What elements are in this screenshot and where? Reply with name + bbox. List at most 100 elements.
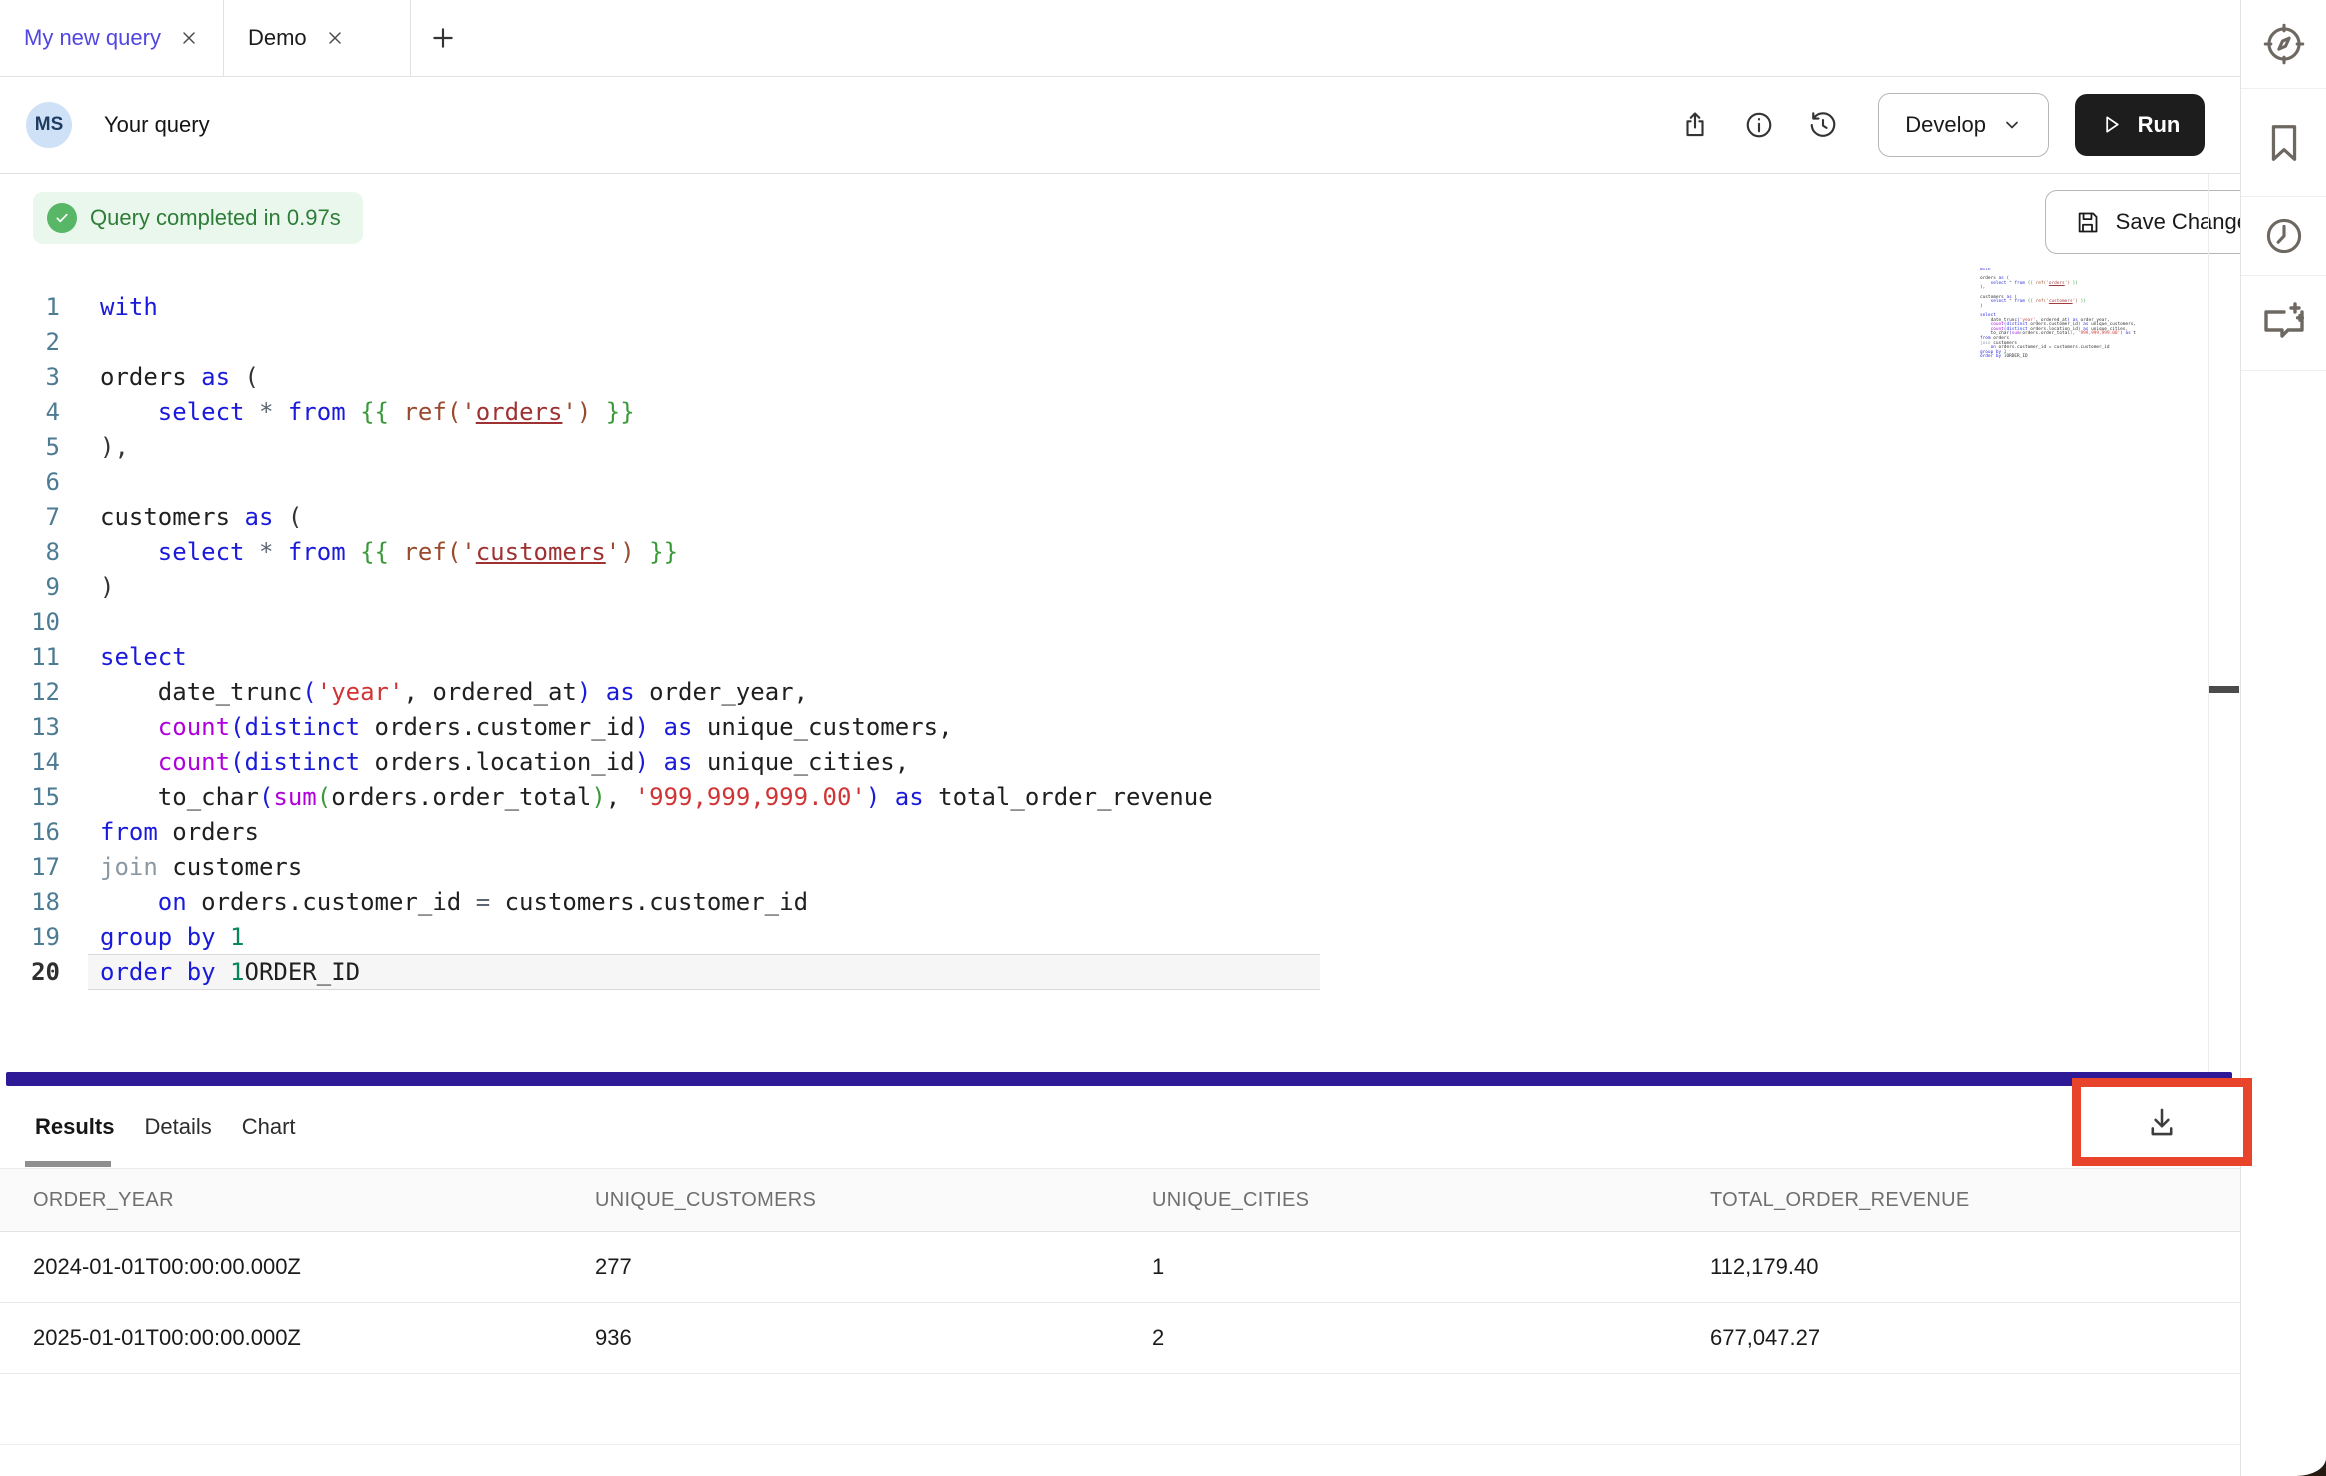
code-line[interactable]: 5), bbox=[0, 430, 2200, 465]
share-button[interactable] bbox=[1676, 106, 1714, 144]
code-text: count(distinct orders.location_id) as un… bbox=[100, 745, 909, 780]
code-line[interactable]: 7 customers as ( bbox=[0, 500, 2200, 535]
header-actions: Develop Run bbox=[1676, 76, 2205, 173]
code-line[interactable]: 18 on orders.customer_id = customers.cus… bbox=[0, 885, 2200, 920]
code-line[interactable]: 11select bbox=[0, 640, 2200, 675]
code-text: ), bbox=[100, 430, 129, 465]
results-tab-details[interactable]: Details bbox=[144, 1114, 211, 1140]
column-header: UNIQUE_CUSTOMERS bbox=[595, 1169, 816, 1231]
status-text: Query completed in 0.97s bbox=[90, 205, 341, 231]
code-line[interactable]: 14 count(distinct orders.location_id) as… bbox=[0, 745, 2200, 780]
results-tab-chart[interactable]: Chart bbox=[242, 1114, 296, 1140]
code-line[interactable]: 12 date_trunc('year', ordered_at) as ord… bbox=[0, 675, 2200, 710]
info-icon bbox=[1744, 110, 1774, 140]
line-number: 11 bbox=[0, 640, 60, 675]
sidebar-explore-button[interactable] bbox=[2241, 0, 2326, 89]
sidebar-bookmarks-button[interactable] bbox=[2241, 89, 2326, 197]
code-line[interactable]: 9) bbox=[0, 570, 2200, 605]
success-check-icon bbox=[47, 203, 77, 233]
table-cell: 2 bbox=[1152, 1303, 1164, 1373]
code-line[interactable]: 8 select * from {{ ref('customers') }} bbox=[0, 535, 2200, 570]
table-cell: 1 bbox=[1152, 1232, 1164, 1302]
info-button[interactable] bbox=[1740, 106, 1778, 144]
results-tab-results[interactable]: Results bbox=[35, 1114, 114, 1140]
close-tab-icon[interactable] bbox=[179, 28, 199, 48]
table-row: 2025-01-01T00:00:00.000Z 936 2 677,047.27 bbox=[0, 1303, 2240, 1374]
tab-bar: My new query Demo bbox=[0, 0, 2240, 77]
code-line[interactable]: 15 to_char(sum(orders.order_total), '999… bbox=[0, 780, 2200, 815]
panel-divider[interactable] bbox=[6, 1072, 2232, 1086]
code-line[interactable]: 4 select * from {{ ref('orders') }} bbox=[0, 395, 2200, 430]
editor-tab[interactable]: Demo bbox=[224, 0, 411, 76]
table-cell: 2025-01-01T00:00:00.000Z bbox=[33, 1303, 301, 1373]
history-icon bbox=[1808, 110, 1838, 140]
chevron-down-icon bbox=[2002, 115, 2022, 135]
annotation-red-box bbox=[2072, 1078, 2252, 1166]
tab-label: Demo bbox=[248, 25, 307, 51]
line-number: 19 bbox=[0, 920, 60, 955]
line-number: 9 bbox=[0, 570, 60, 605]
table-cell: 2024-01-01T00:00:00.000Z bbox=[33, 1232, 301, 1302]
query-history-button[interactable] bbox=[1804, 106, 1842, 144]
sidebar-ai-assistant-button[interactable] bbox=[2241, 276, 2326, 371]
develop-dropdown[interactable]: Develop bbox=[1878, 93, 2049, 157]
editor-minimap[interactable]: with orders as ( select * from {{ ref('o… bbox=[1980, 268, 2136, 364]
code-text: select * from {{ ref('orders') }} bbox=[100, 395, 635, 430]
query-status-badge: Query completed in 0.97s bbox=[33, 192, 363, 244]
run-button[interactable]: Run bbox=[2075, 94, 2205, 156]
new-tab-button[interactable] bbox=[411, 0, 475, 76]
table-row-empty bbox=[0, 1374, 2240, 1445]
code-line[interactable]: 17join customers bbox=[0, 850, 2200, 885]
avatar: MS bbox=[26, 102, 72, 148]
code-line[interactable]: 1with bbox=[0, 290, 2200, 325]
ai-chat-icon bbox=[2260, 299, 2308, 347]
table-cell: 677,047.27 bbox=[1710, 1303, 1820, 1373]
code-text: group by 1 bbox=[100, 920, 245, 955]
code-text: customers as ( bbox=[100, 500, 302, 535]
query-header: MS Your query Develop bbox=[0, 76, 2240, 174]
code-text: count(distinct orders.customer_id) as un… bbox=[100, 710, 953, 745]
code-text: from orders bbox=[100, 815, 259, 850]
line-number: 15 bbox=[0, 780, 60, 815]
sql-editor[interactable]: 1with23orders as (4 select * from {{ ref… bbox=[0, 255, 2240, 1072]
results-table-header: ORDER_YEARUNIQUE_CUSTOMERSUNIQUE_CITIEST… bbox=[0, 1168, 2240, 1232]
play-icon bbox=[2100, 113, 2123, 136]
line-number: 1 bbox=[0, 290, 60, 325]
table-cell: 112,179.40 bbox=[1710, 1232, 1818, 1302]
table-cell: 936 bbox=[595, 1303, 632, 1373]
code-line[interactable]: 16 from orders bbox=[0, 815, 2200, 850]
tab-label: My new query bbox=[24, 25, 161, 51]
code-text: orders as ( bbox=[100, 360, 259, 395]
run-label: Run bbox=[2138, 112, 2181, 138]
line-number: 3 bbox=[0, 360, 60, 395]
sidebar-history-button[interactable] bbox=[2241, 197, 2326, 276]
column-header: ORDER_YEAR bbox=[33, 1169, 174, 1231]
line-number: 5 bbox=[0, 430, 60, 465]
code-line[interactable]: 20order by 1ORDER_ID bbox=[0, 955, 2200, 990]
line-number: 2 bbox=[0, 325, 60, 360]
line-number: 7 bbox=[0, 500, 60, 535]
minimap-line: order by 1ORDER_ID bbox=[1980, 355, 2136, 360]
clock-icon bbox=[2262, 214, 2306, 258]
code-line[interactable]: 2 bbox=[0, 325, 2200, 360]
column-header: UNIQUE_CITIES bbox=[1152, 1169, 1309, 1231]
code-text: order by 1ORDER_ID bbox=[100, 955, 360, 990]
line-number: 16 bbox=[0, 815, 60, 850]
download-results-button[interactable] bbox=[2132, 1092, 2192, 1152]
line-number: 14 bbox=[0, 745, 60, 780]
download-icon bbox=[2145, 1105, 2179, 1139]
results-toolbar: Results Details Chart bbox=[0, 1086, 2240, 1168]
code-line[interactable]: 13 count(distinct orders.customer_id) as… bbox=[0, 710, 2200, 745]
editor-scrollbar-thumb[interactable] bbox=[2209, 686, 2239, 693]
code-text: date_trunc('year', ordered_at) as order_… bbox=[100, 675, 808, 710]
code-line[interactable]: 19 group by 1 bbox=[0, 920, 2200, 955]
close-tab-icon[interactable] bbox=[325, 28, 345, 48]
code-text: ) bbox=[100, 570, 114, 605]
code-line[interactable]: 10 bbox=[0, 605, 2200, 640]
line-number: 4 bbox=[0, 395, 60, 430]
table-cell: 277 bbox=[595, 1232, 632, 1302]
code-line[interactable]: 3 orders as ( bbox=[0, 360, 2200, 395]
code-line[interactable]: 6 bbox=[0, 465, 2200, 500]
active-tab-underline bbox=[25, 1161, 111, 1167]
editor-tab[interactable]: My new query bbox=[0, 0, 224, 76]
